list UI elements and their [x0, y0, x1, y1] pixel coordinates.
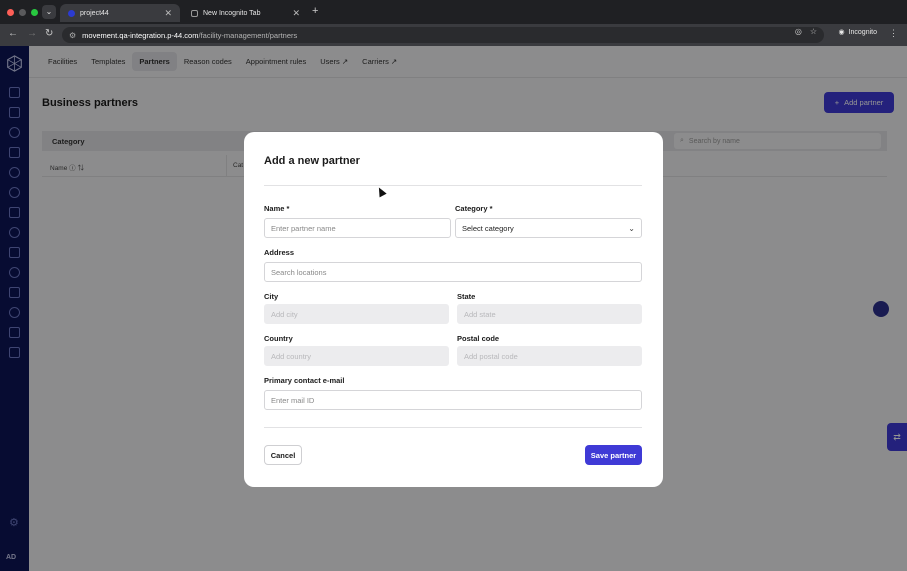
name-label: Name * — [264, 204, 290, 213]
close-tab-icon[interactable]: ✕ — [292, 8, 300, 19]
city-placeholder: Add city — [271, 309, 298, 319]
cancel-button[interactable]: Cancel — [264, 445, 302, 465]
category-select[interactable]: Select category ⌄ — [455, 218, 642, 238]
city-input[interactable]: Add city — [264, 304, 449, 324]
modal-title: Add a new partner — [264, 155, 360, 167]
address-placeholder: Search locations — [271, 267, 327, 277]
postal-placeholder: Add postal code — [464, 351, 518, 361]
tab-search-button[interactable]: ⌄ — [42, 5, 56, 19]
minimize-window-button[interactable] — [19, 9, 26, 16]
incognito-label: Incognito — [848, 28, 877, 36]
name-placeholder: Enter partner name — [271, 223, 336, 233]
chevron-down-icon: ⌄ — [628, 224, 635, 233]
tab-title: project44 — [80, 9, 109, 17]
address-bar[interactable]: ⚙ movement.qa-integration.p-44.com/facil… — [62, 27, 824, 43]
divider — [264, 185, 642, 186]
postal-code-label: Postal code — [457, 334, 500, 343]
email-label: Primary contact e-mail — [264, 376, 345, 385]
tab-title: New Incognito Tab — [203, 9, 261, 17]
save-partner-button[interactable]: Save partner — [585, 445, 642, 465]
forward-arrow-icon[interactable]: → — [27, 28, 37, 39]
tab-new-incognito[interactable]: New Incognito Tab ✕ — [183, 4, 308, 22]
site-info-icon[interactable]: ⚙ — [69, 31, 76, 40]
address-search-input[interactable]: Search locations — [264, 262, 642, 282]
project44-favicon-icon — [68, 9, 75, 17]
postal-code-input[interactable]: Add postal code — [457, 346, 642, 366]
country-label: Country — [264, 334, 293, 343]
address-label: Address — [264, 248, 295, 257]
state-label: State — [457, 292, 476, 301]
reload-icon[interactable]: ↻ — [45, 28, 53, 39]
country-input[interactable]: Add country — [264, 346, 449, 366]
browser-toolbar: ← → ↻ ⚙ movement.qa-integration.p-44.com… — [0, 24, 907, 46]
add-partner-modal: Add a new partner Name * Enter partner n… — [244, 132, 663, 487]
eye-off-icon[interactable]: ◎ — [795, 27, 802, 36]
new-tab-button[interactable]: + — [312, 5, 318, 17]
category-value: Select category — [462, 223, 514, 233]
tab-project44[interactable]: project44 ✕ — [60, 4, 180, 22]
category-label: Category * — [455, 204, 493, 213]
city-label: City — [264, 292, 279, 301]
browser-menu-icon[interactable]: ⋮ — [889, 28, 898, 39]
browser-tab-bar: ⌄ project44 ✕ New Incognito Tab ✕ + — [0, 0, 907, 24]
close-tab-icon[interactable]: ✕ — [164, 8, 172, 19]
url-host: movement.qa-integration.p-44.com — [82, 30, 199, 40]
incognito-badge[interactable]: ◉ Incognito — [838, 28, 877, 37]
bookmark-star-icon[interactable]: ☆ — [810, 27, 817, 36]
country-placeholder: Add country — [271, 351, 312, 361]
incognito-icon: ◉ — [838, 29, 845, 36]
state-placeholder: Add state — [464, 309, 496, 319]
url-path: /facility-management/partners — [198, 30, 298, 40]
partner-name-input[interactable]: Enter partner name — [264, 218, 451, 238]
maximize-window-button[interactable] — [31, 9, 38, 16]
email-input[interactable]: Enter mail ID — [264, 390, 642, 410]
close-window-button[interactable] — [7, 9, 14, 16]
back-arrow-icon[interactable]: ← — [8, 28, 18, 39]
email-placeholder: Enter mail ID — [271, 395, 315, 405]
incognito-favicon-icon — [191, 9, 198, 17]
divider — [264, 427, 642, 428]
state-input[interactable]: Add state — [457, 304, 642, 324]
